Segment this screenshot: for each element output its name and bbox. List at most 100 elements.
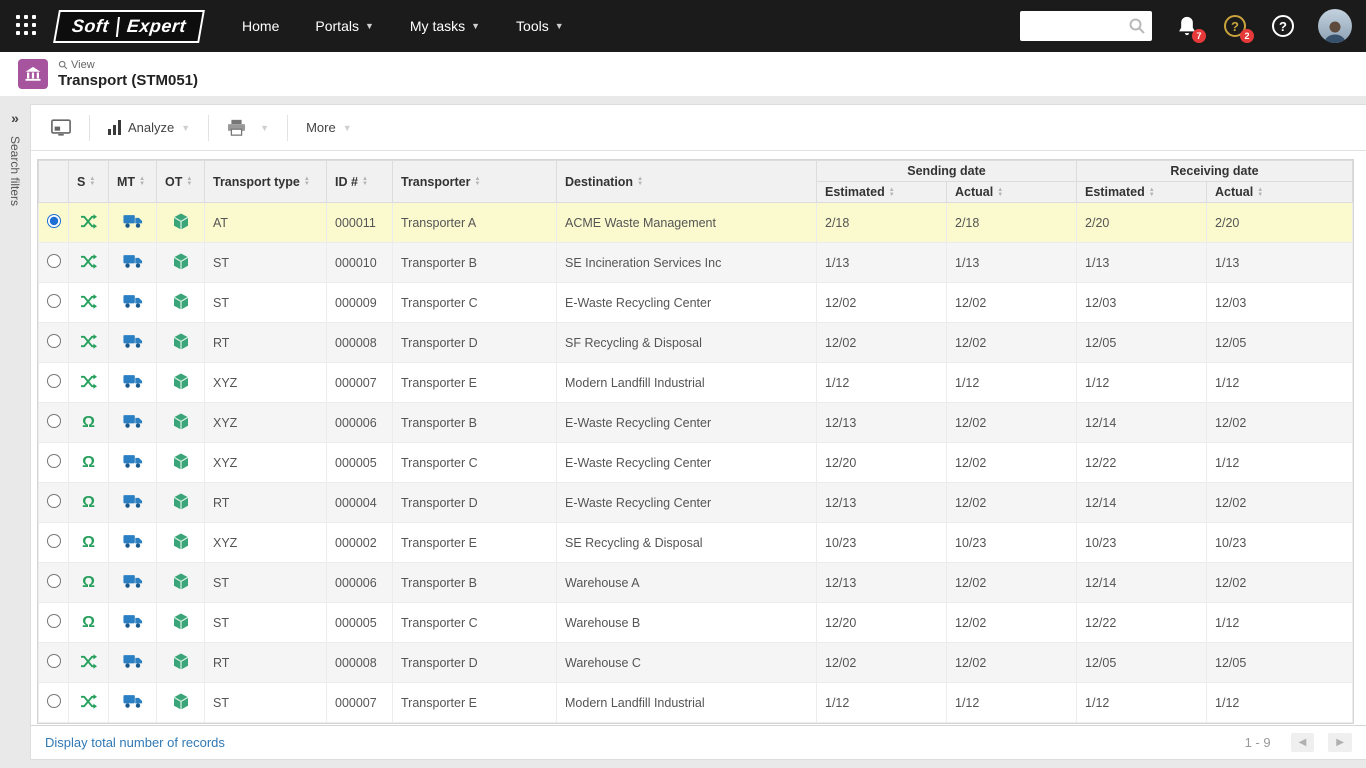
sending-actual-cell: 12/02	[945, 602, 1078, 643]
receiving-actual-cell: 1/12	[1206, 362, 1353, 403]
activities-coin-icon[interactable]: ? 2	[1222, 13, 1254, 43]
row-select-radio[interactable]	[47, 334, 61, 348]
receiving-estimated-cell: 1/13	[1076, 242, 1208, 283]
help-icon[interactable]: ?	[1270, 13, 1296, 39]
ot-column-header[interactable]: OT ▲ ▼	[156, 160, 205, 203]
row-select-radio[interactable]	[47, 694, 61, 708]
table-row[interactable]: XYZ 000007 Transporter E Modern Landfill…	[38, 362, 1353, 403]
user-avatar[interactable]	[1318, 9, 1352, 43]
truck-icon	[122, 614, 143, 629]
row-select-radio[interactable]	[47, 214, 61, 228]
package-icon	[173, 333, 189, 350]
table-row[interactable]: ST 000010 Transporter B SE Incineration …	[38, 242, 1353, 283]
sort-icon: ▲ ▼	[1257, 186, 1264, 198]
table-row[interactable]: Ω ST 000006 Transporter B Warehouse A 12…	[38, 562, 1353, 603]
row-select-radio[interactable]	[47, 294, 61, 308]
receiving-estimated-header[interactable]: Estimated ▲ ▼	[1076, 181, 1208, 203]
sending-estimated-cell: 12/13	[816, 562, 947, 603]
table-row[interactable]: RT 000008 Transporter D Warehouse C 12/0…	[38, 642, 1353, 683]
transporter-cell: Transporter E	[392, 362, 557, 403]
print-options-button[interactable]: ▼	[258, 116, 279, 140]
previous-page-button[interactable]: ◀	[1290, 733, 1315, 752]
logo-text-expert: Expert	[125, 15, 188, 36]
row-select-radio[interactable]	[47, 534, 61, 548]
nav-portals[interactable]: Portals ▼	[301, 10, 388, 42]
sending-actual-cell: 2/18	[945, 202, 1078, 243]
id-cell: 000002	[326, 522, 393, 563]
receiving-estimated-cell: 10/23	[1076, 522, 1208, 563]
table-row[interactable]: Ω XYZ 000002 Transporter E SE Recycling …	[38, 522, 1353, 563]
search-icon[interactable]	[1128, 17, 1146, 40]
page-title: Transport (STM051)	[58, 72, 199, 89]
sending-actual-cell: 12/02	[945, 402, 1078, 443]
return-status-icon: Ω	[82, 493, 95, 511]
transit-status-icon	[80, 653, 97, 669]
transporter-column-header[interactable]: Transporter ▲ ▼	[392, 160, 557, 203]
row-select-radio[interactable]	[47, 414, 61, 428]
transport-type-column-header[interactable]: Transport type ▲ ▼	[204, 160, 327, 203]
status-cell: Ω	[68, 442, 109, 483]
transporter-cell: Transporter D	[392, 482, 557, 523]
receiving-estimated-cell: 12/05	[1076, 642, 1208, 683]
notifications-bell-icon[interactable]: 7	[1174, 13, 1206, 43]
truck-icon	[122, 214, 143, 229]
sort-icon: ▲ ▼	[89, 176, 96, 188]
row-select-radio[interactable]	[47, 374, 61, 388]
content-panel: Analyze ▼ ▼ More ▼ S ▲ ▼ MT ▲ ▼ OT ▲ ▼ T…	[30, 104, 1366, 760]
mt-column-header[interactable]: MT ▲ ▼	[108, 160, 157, 203]
table-row[interactable]: ST 000007 Transporter E Modern Landfill …	[38, 682, 1353, 723]
row-select-radio[interactable]	[47, 614, 61, 628]
sending-estimated-header[interactable]: Estimated ▲ ▼	[816, 181, 947, 203]
truck-icon	[122, 494, 143, 509]
search-filters-label: Search filters	[8, 136, 22, 207]
more-button[interactable]: More ▼	[296, 113, 362, 142]
softexpert-logo[interactable]: Soft Expert	[53, 9, 205, 43]
nav-tools[interactable]: Tools ▼	[502, 10, 578, 42]
sending-actual-header[interactable]: Actual ▲ ▼	[945, 181, 1078, 203]
table-row[interactable]: Ω XYZ 000005 Transporter C E-Waste Recyc…	[38, 442, 1353, 483]
destination-cell: E-Waste Recycling Center	[556, 442, 817, 483]
id-cell: 000007	[326, 682, 393, 723]
expand-filters-button[interactable]: »	[11, 110, 19, 126]
display-view-button[interactable]	[41, 112, 81, 143]
row-select-radio[interactable]	[47, 254, 61, 268]
next-page-button[interactable]: ▶	[1328, 733, 1352, 752]
transport-module-icon	[18, 59, 48, 89]
table-row[interactable]: AT 000011 Transporter A ACME Waste Manag…	[38, 202, 1353, 243]
transit-status-icon	[80, 213, 97, 229]
table-row[interactable]: Ω XYZ 000006 Transporter B E-Waste Recyc…	[38, 402, 1353, 443]
status-column-header[interactable]: S ▲ ▼	[68, 160, 109, 203]
status-cell	[68, 282, 109, 323]
table-row[interactable]: RT 000008 Transporter D SF Recycling & D…	[38, 322, 1353, 363]
status-cell	[68, 202, 109, 243]
transport-type-cell: XYZ	[204, 362, 327, 403]
table-row[interactable]: Ω ST 000005 Transporter C Warehouse B 12…	[38, 602, 1353, 643]
nav-my-tasks[interactable]: My tasks ▼	[396, 10, 494, 42]
row-select-radio[interactable]	[47, 574, 61, 588]
nav-home[interactable]: Home	[228, 10, 293, 42]
chevron-down-icon: ▼	[471, 21, 481, 31]
destination-column-header[interactable]: Destination ▲ ▼	[556, 160, 817, 203]
sending-estimated-cell: 12/20	[816, 602, 947, 643]
sending-estimated-cell: 10/23	[816, 522, 947, 563]
analyze-button[interactable]: Analyze ▼	[98, 113, 200, 142]
row-select-radio[interactable]	[47, 494, 61, 508]
sort-icon: ▲ ▼	[1148, 186, 1155, 198]
receiving-actual-header[interactable]: Actual ▲ ▼	[1206, 181, 1353, 203]
print-button[interactable]	[217, 112, 256, 143]
table-row[interactable]: Ω RT 000004 Transporter D E-Waste Recycl…	[38, 482, 1353, 523]
transit-status-icon	[80, 293, 97, 309]
toolbar-separator	[208, 114, 210, 141]
truck-icon	[122, 574, 143, 589]
transporter-cell: Transporter E	[392, 682, 557, 723]
apps-grid-icon[interactable]	[14, 13, 40, 39]
transport-type-cell: AT	[204, 202, 327, 243]
truck-icon	[122, 454, 143, 469]
row-select-radio[interactable]	[47, 454, 61, 468]
display-total-records-link[interactable]: Display total number of records	[45, 735, 225, 750]
table-row[interactable]: ST 000009 Transporter C E-Waste Recyclin…	[38, 282, 1353, 323]
receiving-actual-cell: 10/23	[1206, 522, 1353, 563]
id-column-header[interactable]: ID # ▲ ▼	[326, 160, 393, 203]
transport-type-cell: ST	[204, 562, 327, 603]
row-select-radio[interactable]	[47, 654, 61, 668]
